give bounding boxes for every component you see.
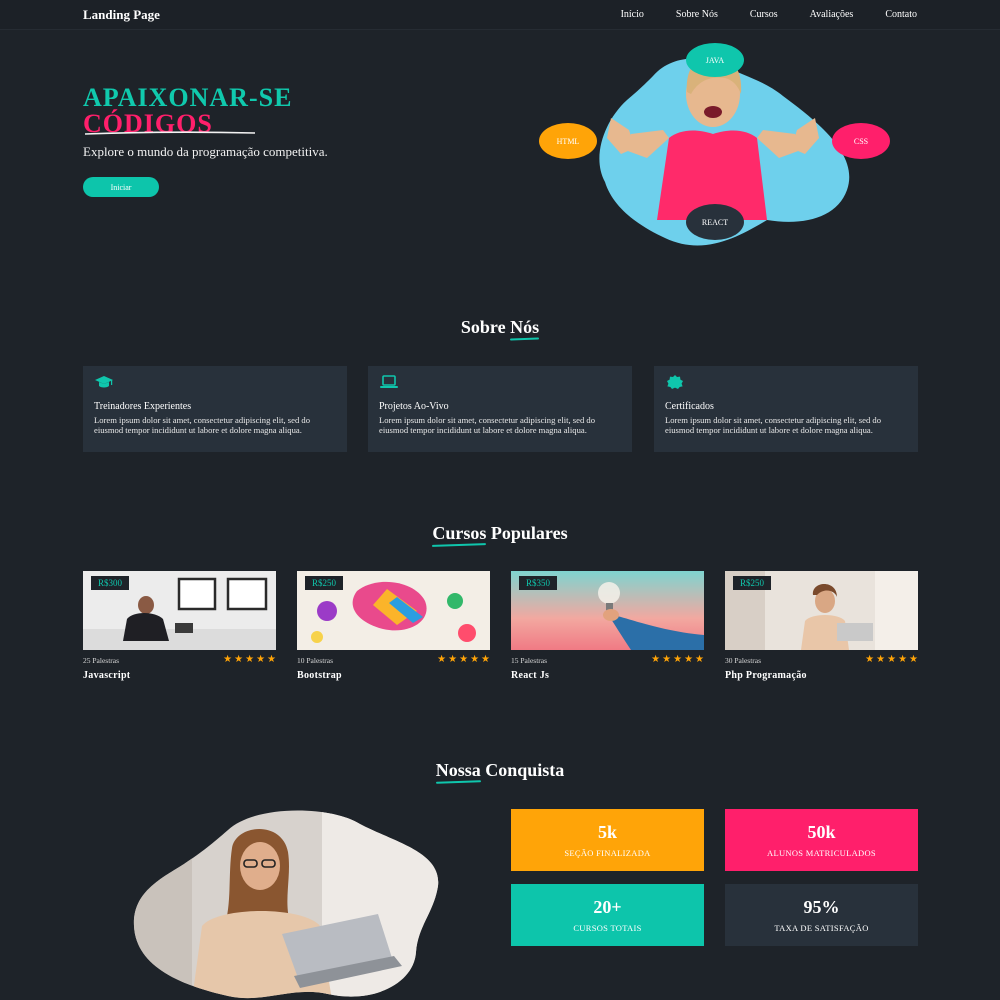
star-icon: ★ — [470, 654, 480, 665]
achievements-section-title: Nossa Conquista — [0, 760, 1000, 781]
feature-text: Lorem ipsum dolor sit amet, consectetur … — [379, 415, 595, 436]
course-card-javascript[interactable]: R$300 25 Palestras ★ ★ ★ ★ ★ Javascript — [83, 571, 276, 686]
price-tag: R$300 — [91, 576, 130, 590]
rating-stars: ★ ★ ★ ★ ★ — [865, 655, 918, 665]
price-tag: R$350 — [519, 576, 558, 590]
star-icon: ★ — [437, 654, 447, 665]
stat-number: 50k — [807, 822, 836, 842]
achievements-title-word2: Conquista — [485, 760, 565, 780]
about-title-word2: Nós — [510, 317, 540, 337]
course-card-react[interactable]: R$350 15 Palestras ★ ★ ★ ★ ★ React Js — [511, 571, 704, 686]
star-icon: ★ — [909, 654, 918, 665]
rating-stars: ★ ★ ★ ★ ★ — [651, 655, 704, 665]
nav-link-avaliacoes[interactable]: Avaliações — [810, 9, 854, 20]
star-icon: ★ — [695, 654, 704, 665]
nav-link-sobre[interactable]: Sobre Nós — [676, 9, 718, 20]
lecture-count: 25 Palestras — [83, 655, 120, 665]
feature-title: Treinadores Experientes — [94, 401, 192, 412]
hero-underline — [84, 131, 256, 135]
about-section-title: Sobre Nós — [0, 317, 1000, 338]
courses-title-word1: Cursos — [432, 523, 487, 543]
star-icon: ★ — [865, 654, 875, 665]
stat-number: 95% — [803, 897, 840, 917]
feature-card-projects: Projetos Ao-Vivo Lorem ipsum dolor sit a… — [368, 366, 632, 452]
star-icon: ★ — [267, 654, 276, 665]
star-icon: ★ — [459, 654, 469, 665]
course-name[interactable]: Bootstrap — [297, 670, 490, 681]
feature-text: Lorem ipsum dolor sit amet, consectetur … — [665, 415, 881, 436]
stat-label: CURSOS TOTAIS — [573, 923, 642, 933]
react-bubble: REACT — [686, 204, 744, 240]
stat-label: SEÇÃO FINALIZADA — [564, 848, 651, 858]
about-title-word1: Sobre — [460, 317, 506, 337]
achievements-title-word1: Nossa — [435, 760, 481, 780]
laptop-icon — [380, 375, 398, 388]
brand-logo[interactable]: Landing Page — [83, 7, 160, 23]
stat-number: 20+ — [593, 897, 622, 917]
star-icon: ★ — [481, 654, 490, 665]
course-thumbnail: R$250 — [297, 571, 490, 650]
star-icon: ★ — [876, 654, 886, 665]
certificate-badge-icon — [667, 375, 683, 389]
rating-stars: ★ ★ ★ ★ ★ — [437, 655, 490, 665]
stat-number: 5k — [597, 822, 617, 842]
stat-satisfaction: 95% TAXA DE SATISFAÇÃO — [725, 884, 918, 946]
star-icon: ★ — [684, 654, 694, 665]
price-tag: R$250 — [305, 576, 344, 590]
lecture-count: 30 Palestras — [725, 655, 762, 665]
course-thumbnail: R$350 — [511, 571, 704, 650]
star-icon: ★ — [673, 654, 683, 665]
star-icon: ★ — [256, 654, 266, 665]
hero-subtitle: Explore o mundo da programação competiti… — [83, 144, 328, 159]
top-navbar: Landing Page Início Sobre Nós Cursos Ava… — [0, 0, 1000, 30]
nav-link-cursos[interactable]: Cursos — [750, 9, 778, 20]
start-button[interactable]: Iniciar — [83, 177, 159, 197]
course-card-bootstrap[interactable]: R$250 10 Palestras ★ ★ ★ ★ ★ Bootstrap — [297, 571, 490, 686]
star-icon: ★ — [448, 654, 458, 665]
course-name[interactable]: Php Programação — [725, 670, 918, 681]
html-bubble: HTML — [539, 123, 597, 159]
price-tag: R$250 — [733, 576, 772, 590]
lecture-count: 10 Palestras — [297, 655, 334, 665]
course-name[interactable]: React Js — [511, 670, 704, 681]
stat-courses: 20+ CURSOS TOTAIS — [511, 884, 704, 946]
css-bubble: CSS — [832, 123, 890, 159]
java-bubble: JAVA — [686, 43, 744, 77]
star-icon: ★ — [245, 654, 255, 665]
star-icon: ★ — [662, 654, 672, 665]
rating-stars: ★ ★ ★ ★ ★ — [223, 655, 276, 665]
course-thumbnail: R$250 — [725, 571, 918, 650]
course-card-php[interactable]: R$250 30 Palestras ★ ★ ★ ★ ★ Php Programação — [725, 571, 918, 686]
star-icon: ★ — [898, 654, 908, 665]
star-icon: ★ — [887, 654, 897, 665]
lecture-count: 15 Palestras — [511, 655, 548, 665]
feature-title: Certificados — [665, 401, 714, 412]
star-icon: ★ — [651, 654, 661, 665]
feature-card-certificates: Certificados Lorem ipsum dolor sit amet,… — [654, 366, 918, 452]
feature-title: Projetos Ao-Vivo — [379, 401, 449, 412]
main-nav: Início Sobre Nós Cursos Avaliações Conta… — [621, 9, 917, 20]
course-thumbnail: R$300 — [83, 571, 276, 650]
nav-link-inicio[interactable]: Início — [621, 9, 644, 20]
stat-label: ALUNOS MATRICULADOS — [767, 848, 876, 858]
stat-label: TAXA DE SATISFAÇÃO — [774, 923, 869, 933]
courses-section-title: Cursos Populares — [0, 523, 1000, 544]
course-name[interactable]: Javascript — [83, 670, 276, 681]
hero-title-line1: APAIXONAR-SE — [83, 83, 293, 112]
stat-sessions: 5k SEÇÃO FINALIZADA — [511, 809, 704, 871]
nav-link-contato[interactable]: Contato — [885, 9, 917, 20]
courses-title-word2: Populares — [490, 523, 568, 543]
feature-text: Lorem ipsum dolor sit amet, consectetur … — [94, 415, 310, 436]
stat-students: 50k ALUNOS MATRICULADOS — [725, 809, 918, 871]
graduation-cap-icon — [95, 376, 113, 388]
star-icon: ★ — [234, 654, 244, 665]
star-icon: ★ — [223, 654, 233, 665]
student-photo-blob — [133, 810, 439, 999]
feature-card-trainers: Treinadores Experientes Lorem ipsum dolo… — [83, 366, 347, 452]
